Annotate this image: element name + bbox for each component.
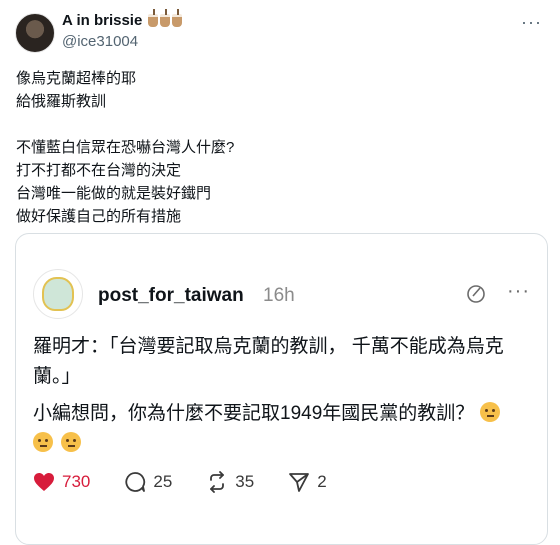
quoted-author-avatar[interactable] [33, 269, 83, 319]
post-line: 給俄羅斯教訓 [16, 93, 107, 110]
comment-icon [125, 472, 146, 492]
send-icon [289, 473, 310, 492]
post-line-blank [16, 113, 536, 136]
author-display-name[interactable]: A in brissie [62, 12, 142, 29]
quoted-username[interactable]: post_for_taiwan [98, 285, 244, 307]
post-body: 像烏克蘭超棒的耶 給俄羅斯教訓 不懂藍白信眾在恐嚇台灣人什麼? 打不打都不在台灣… [16, 67, 536, 228]
bubble-tea-icon [148, 9, 159, 27]
thinking-face-icon [479, 402, 500, 422]
like-button[interactable]: 730 [33, 472, 90, 492]
mute-icon[interactable] [466, 284, 486, 304]
author-name-row: A in brissie [62, 9, 183, 29]
author-handle[interactable]: @ice31004 [62, 33, 138, 50]
quoted-action-bar: 730 25 35 2 [33, 471, 361, 493]
post-line: 像烏克蘭超棒的耶 [16, 70, 137, 87]
quoted-more-options-icon[interactable]: ··· [507, 280, 530, 303]
quoted-paragraph-2: 小編想問，你為什麼不要記取1949年國民黨的教訓？ [33, 399, 513, 459]
repost-icon [210, 471, 225, 493]
bubble-tea-emojis [148, 9, 183, 27]
like-count: 730 [62, 472, 91, 491]
mascot-icon [42, 277, 74, 311]
thinking-face-icon [33, 432, 53, 452]
share-button[interactable]: 2 [288, 471, 327, 493]
quoted-timestamp: 16h [263, 285, 295, 306]
post-line: 做好保護自己的所有措施 [16, 208, 182, 225]
repost-count: 35 [235, 472, 255, 491]
quoted-paragraph-2-text: 小編想問，你為什麼不要記取1949年國民黨的教訓？ [33, 403, 475, 424]
post-line: 打不打都不在台灣的決定 [16, 162, 182, 179]
post-line: 不懂藍白信眾在恐嚇台灣人什麼? [16, 139, 235, 156]
quoted-paragraph-1: 羅明才：「台灣要記取烏克蘭的教訓， 千萬不能成為烏克蘭。」 [33, 336, 504, 387]
author-avatar[interactable] [15, 13, 55, 53]
heart-icon [34, 473, 54, 491]
repost-button[interactable]: 35 [206, 471, 254, 493]
thinking-face-icon [61, 432, 82, 452]
share-count: 2 [317, 472, 327, 491]
more-options-icon[interactable]: ··· [521, 12, 542, 33]
bubble-tea-icon [160, 9, 171, 27]
post-line: 台灣唯一能做的就是裝好鐵門 [16, 185, 212, 202]
bubble-tea-icon [172, 9, 183, 27]
comment-button[interactable]: 25 [124, 471, 172, 493]
comment-count: 25 [153, 472, 173, 491]
quoted-post-card[interactable]: post_for_taiwan 16h ··· 羅明才：「台灣要記取烏克蘭的教訓… [15, 233, 548, 545]
